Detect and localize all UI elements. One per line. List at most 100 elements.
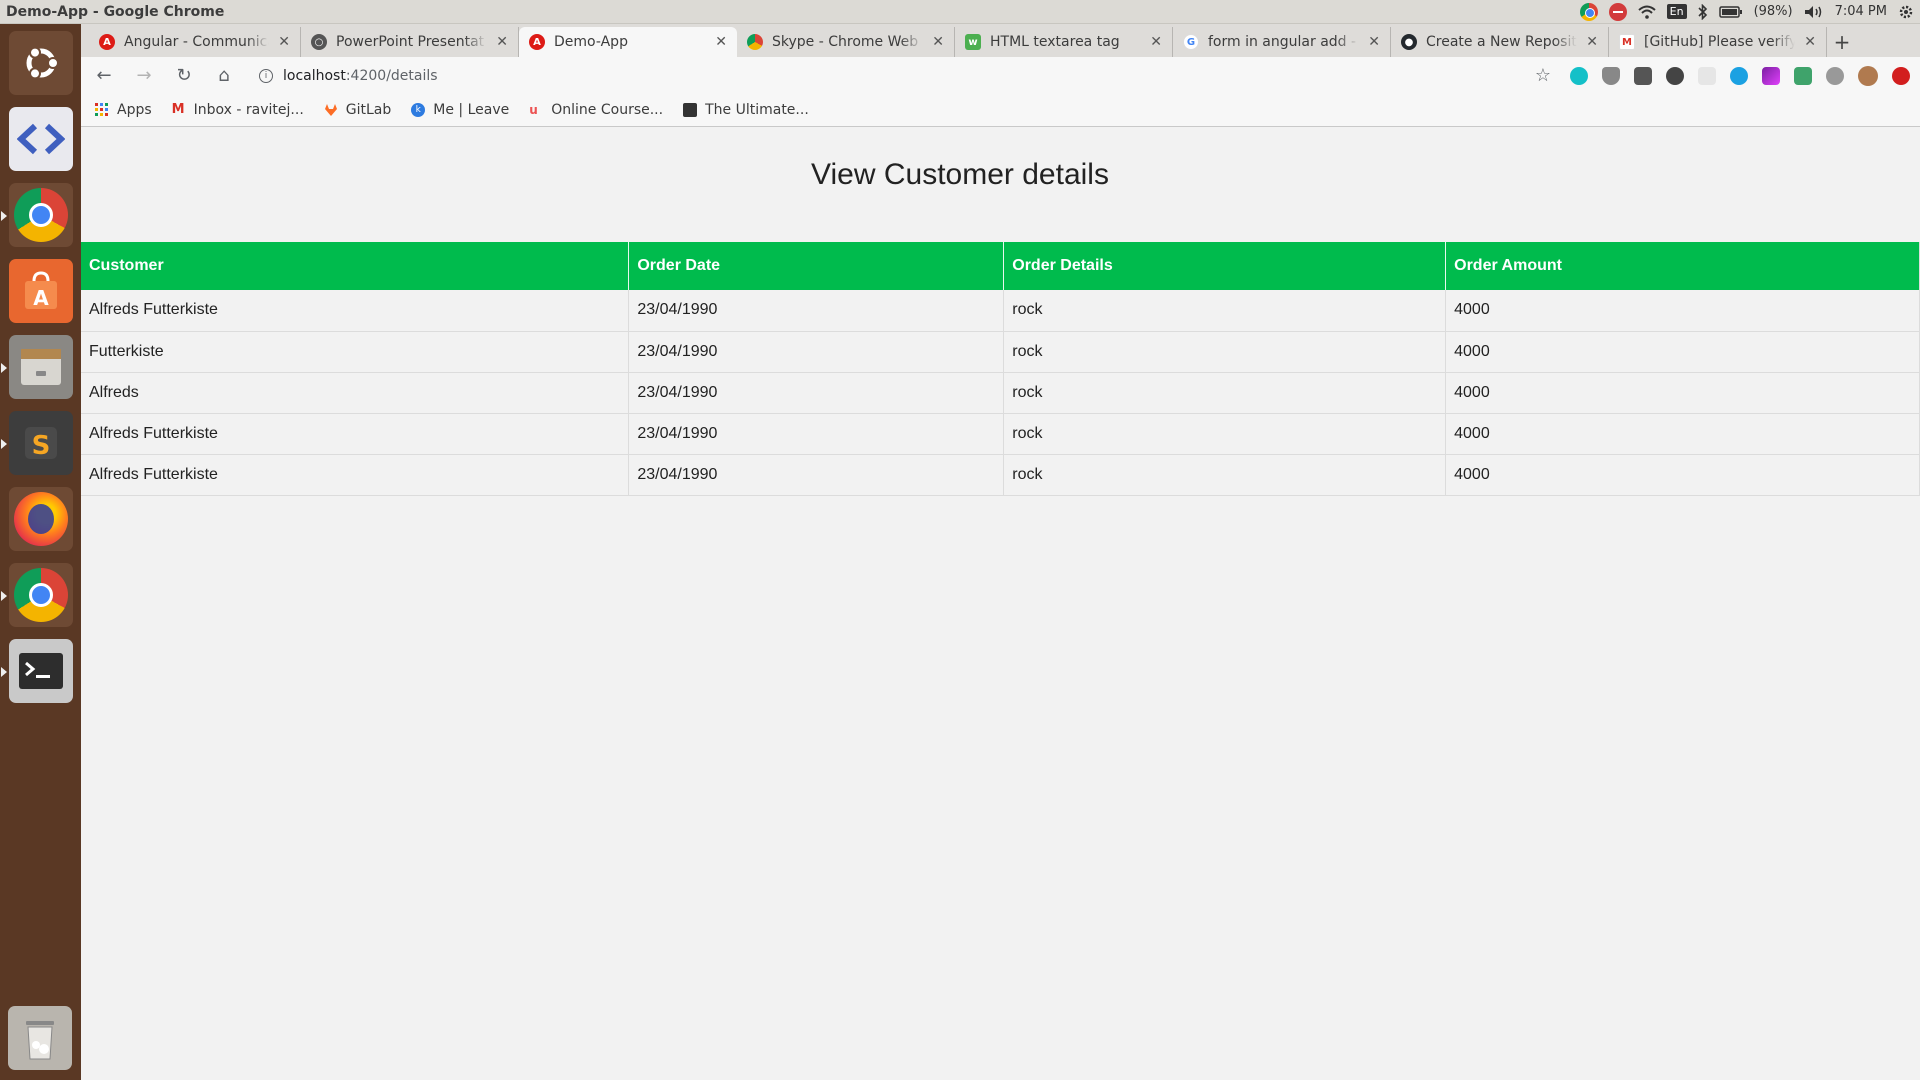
close-icon[interactable]: ✕ (715, 34, 727, 50)
close-icon[interactable]: ✕ (1804, 34, 1816, 50)
bookmark-inbox[interactable]: M Inbox - ravitej... (172, 102, 304, 118)
clock[interactable]: 7:04 PM (1835, 4, 1887, 19)
table-row: Alfreds Futterkiste 23/04/1990 rock 4000 (81, 290, 1920, 332)
gmail-icon: M (1619, 34, 1635, 50)
bookmark-gitlab[interactable]: GitLab (324, 102, 391, 118)
tab-google-search[interactable]: G form in angular add - G ✕ (1173, 27, 1391, 57)
column-header-order-amount: Order Amount (1445, 242, 1920, 290)
terminal-icon[interactable] (0, 639, 73, 703)
shield-extension-icon[interactable] (1602, 66, 1620, 85)
close-icon[interactable]: ✕ (1586, 34, 1598, 50)
cell-customer: Alfreds Futterkiste (81, 413, 630, 455)
window-title: Demo-App - Google Chrome (6, 3, 225, 20)
pen-extension-icon[interactable] (1762, 66, 1780, 85)
trash-icon[interactable] (8, 1006, 72, 1070)
news-extension-icon[interactable] (1634, 66, 1652, 85)
cell-order-amount: 4000 (1445, 454, 1920, 496)
close-icon[interactable]: ✕ (1150, 34, 1162, 50)
cell-order-date: 23/04/1990 (628, 413, 1005, 455)
skype-extension-icon[interactable] (1730, 66, 1748, 85)
reload-icon[interactable]: ↻ (171, 63, 197, 89)
new-tab-button[interactable]: + (1827, 27, 1857, 57)
extension-icons (1570, 65, 1910, 86)
close-icon[interactable]: ✕ (1368, 34, 1380, 50)
keyboard-layout-indicator[interactable]: En (1666, 4, 1687, 19)
close-icon[interactable]: ✕ (932, 34, 944, 50)
bookmark-apps[interactable]: Apps (95, 102, 152, 118)
bluetooth-icon[interactable] (1697, 3, 1708, 20)
settings-gear-icon[interactable] (1898, 4, 1914, 20)
w3schools-icon: w (965, 34, 981, 50)
battery-icon[interactable] (1718, 5, 1743, 18)
tab-skype[interactable]: Skype - Chrome Web St ✕ (737, 27, 955, 57)
sublime-text-icon[interactable]: S (0, 411, 73, 475)
wifi-icon[interactable] (1637, 5, 1656, 19)
cell-order-details: rock (1003, 454, 1447, 496)
bookmark-extension-icon[interactable] (1794, 66, 1812, 85)
extension-m-icon[interactable] (1570, 66, 1588, 85)
circle-extension-icon[interactable] (1666, 66, 1684, 85)
close-icon[interactable]: ✕ (496, 34, 508, 50)
browser-toolbar: ← → ↻ ⌂ i localhost:4200/details ☆ (81, 57, 1920, 94)
back-arrow-icon[interactable]: ← (91, 63, 117, 89)
column-header-order-date: Order Date (628, 242, 1005, 290)
info-icon[interactable]: i (259, 68, 273, 83)
close-icon[interactable]: ✕ (278, 34, 290, 50)
cell-order-amount: 4000 (1445, 290, 1920, 332)
bookmark-star-icon[interactable]: ☆ (1530, 63, 1556, 89)
cell-order-details: rock (1003, 331, 1447, 373)
adblock-extension-icon[interactable] (1892, 66, 1910, 85)
table-row: Alfreds Futterkiste 23/04/1990 rock 4000 (81, 454, 1920, 496)
angular-icon: A (529, 34, 545, 50)
cell-order-amount: 4000 (1445, 372, 1920, 414)
bookmark-me-leave[interactable]: k Me | Leave (411, 102, 509, 118)
chrome-secondary-icon[interactable] (0, 563, 73, 627)
battery-percentage: (98%) (1753, 4, 1793, 19)
system-top-panel: Demo-App - Google Chrome En (98%) 7:04 P… (0, 0, 1920, 24)
cloud-extension-icon[interactable] (1826, 66, 1844, 85)
cell-customer: Alfreds (81, 372, 630, 414)
firefox-icon[interactable] (8, 487, 73, 551)
home-icon[interactable]: ⌂ (211, 63, 237, 89)
cell-order-details: rock (1003, 413, 1447, 455)
cell-order-amount: 4000 (1445, 331, 1920, 373)
table-row: Alfreds Futterkiste 23/04/1990 rock 4000 (81, 413, 1920, 455)
forward-arrow-icon[interactable]: → (131, 63, 157, 89)
bookmarks-bar: Apps M Inbox - ravitej... GitLab k Me | … (81, 94, 1920, 127)
column-header-order-details: Order Details (1003, 242, 1447, 290)
customer-details-table: Customer Order Date Order Details Order … (81, 242, 1920, 496)
tab-html-textarea[interactable]: w HTML textarea tag ✕ (955, 27, 1173, 57)
software-center-icon[interactable]: A (8, 259, 73, 323)
svg-text:S: S (31, 431, 50, 461)
site-icon (683, 103, 698, 117)
chrome-tray-icon[interactable] (1579, 2, 1598, 21)
bookmark-online-course[interactable]: u Online Course... (529, 102, 663, 118)
cell-order-date: 23/04/1990 (628, 331, 1005, 373)
cell-customer: Alfreds Futterkiste (81, 454, 630, 496)
ubuntu-dash-icon[interactable] (8, 31, 73, 95)
tab-angular-communicat[interactable]: A Angular - Communicat ✕ (89, 27, 301, 57)
cell-order-date: 23/04/1990 (628, 372, 1005, 414)
bookmark-the-ultimate[interactable]: The Ultimate... (683, 102, 809, 118)
address-bar[interactable]: i localhost:4200/details (251, 62, 1516, 90)
chrome-launcher-icon[interactable] (0, 183, 73, 247)
no-entry-tray-icon[interactable] (1608, 2, 1627, 21)
tab-gmail-github-verify[interactable]: M [GitHub] Please verify ✕ (1609, 27, 1827, 57)
cell-order-date: 23/04/1990 (628, 454, 1005, 496)
cell-order-details: rock (1003, 290, 1447, 332)
profile-avatar[interactable] (1858, 65, 1878, 86)
url-path: :4200/details (345, 67, 438, 84)
tab-powerpoint[interactable]: ○ PowerPoint Presentat ✕ (301, 27, 519, 57)
blank-extension-icon[interactable] (1698, 66, 1716, 85)
tab-github-new-repo[interactable]: ● Create a New Reposito ✕ (1391, 27, 1609, 57)
volume-icon[interactable] (1804, 5, 1824, 19)
file-manager-icon[interactable] (0, 335, 73, 399)
svg-text:A: A (33, 286, 49, 310)
browser-tab-strip: A Angular - Communicat ✕ ○ PowerPoint Pr… (81, 24, 1920, 57)
google-icon: G (1183, 34, 1199, 50)
gmail-icon: M (171, 102, 185, 117)
cell-order-amount: 4000 (1445, 413, 1920, 455)
table-header-row: Customer Order Date Order Details Order … (81, 242, 1920, 290)
page-title: View Customer details (811, 158, 1109, 191)
tab-demo-app[interactable]: A Demo-App ✕ (519, 27, 737, 57)
